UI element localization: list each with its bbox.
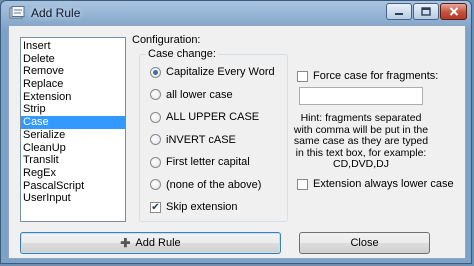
radio-button-icon	[150, 66, 161, 78]
maximize-icon	[421, 7, 431, 16]
close-label: Close	[350, 237, 379, 249]
case-option-label: all lower case	[166, 88, 233, 101]
minimize-button[interactable]	[386, 3, 412, 20]
app-icon	[9, 6, 25, 19]
rule-list-item[interactable]: Replace	[21, 78, 125, 91]
fragments-input[interactable]	[299, 87, 423, 105]
radio-button-icon	[150, 156, 161, 168]
rule-list-item[interactable]: RegEx	[21, 167, 125, 180]
rule-list-item[interactable]: Delete	[21, 53, 125, 66]
rule-list-item[interactable]: Extension	[21, 91, 125, 104]
radio-button-icon	[150, 134, 161, 145]
extension-lower-label: Extension always lower case	[313, 178, 454, 190]
dialog-client-area: Insert Delete Remove Replace Extension Strip C…	[8, 25, 466, 259]
maximize-button[interactable]	[413, 3, 439, 20]
rule-list-item[interactable]: Serialize	[21, 129, 125, 142]
skip-extension-checkbox[interactable]: ✔ Skip extension	[150, 200, 238, 214]
rule-list-item[interactable]: CleanUp	[21, 142, 125, 155]
add-rule-dialog: Add Rule Insert Delete Remove Replace Extens…	[0, 0, 472, 264]
case-option-radio[interactable]: ALL UPPER CASE	[150, 110, 259, 124]
minimize-icon	[395, 12, 403, 15]
case-option-radio[interactable]: (none of the above)	[150, 178, 261, 192]
rule-list-item[interactable]: Remove	[21, 65, 125, 78]
case-change-legend: Case change:	[146, 48, 218, 60]
extension-lower-checkbox[interactable]: Extension always lower case	[297, 178, 454, 190]
add-rule-button[interactable]: ✚ Add Rule	[20, 232, 281, 254]
case-option-label: Capitalize Every Word	[166, 66, 275, 78]
case-option-radio[interactable]: all lower case	[150, 88, 233, 102]
radio-button-icon	[150, 179, 161, 190]
case-option-label: First letter capital	[166, 156, 250, 168]
case-option-radio[interactable]: First letter capital	[150, 155, 250, 169]
case-option-radio[interactable]: Capitalize Every Word	[150, 65, 275, 79]
skip-extension-check-icon: ✔	[150, 201, 161, 213]
force-case-label: Force case for fragments:	[313, 70, 439, 82]
rule-list-item[interactable]: Insert	[21, 40, 125, 53]
case-option-radio[interactable]: iNVERT cASE	[150, 133, 236, 147]
rule-list-item[interactable]: PascalScript	[21, 180, 125, 193]
radio-button-icon	[150, 111, 161, 123]
case-change-group: Case change: Capitalize Every Word all lo…	[139, 48, 288, 222]
rule-list-item[interactable]: Case	[21, 116, 125, 129]
case-option-label: ALL UPPER CASE	[166, 111, 260, 123]
close-window-button[interactable]	[440, 3, 467, 20]
force-case-checkbox[interactable]: Force case for fragments:	[297, 70, 438, 82]
case-option-label: (none of the above)	[166, 178, 262, 191]
add-rule-label: Add Rule	[135, 237, 181, 249]
hint-text: Hint: fragments separated with comma wil…	[293, 112, 429, 170]
force-case-check-box	[297, 70, 308, 82]
skip-extension-label: Skip extension	[166, 201, 238, 213]
close-button[interactable]: Close	[299, 232, 430, 254]
configuration-label: Configuration:	[132, 34, 201, 46]
plus-icon: ✚	[120, 236, 131, 250]
extension-lower-check-box	[297, 178, 308, 190]
case-option-label: iNVERT cASE	[166, 133, 236, 146]
close-icon	[449, 7, 458, 16]
radio-button-icon	[150, 89, 161, 100]
rule-list-item[interactable]: UserInput	[21, 192, 125, 205]
rule-list-item[interactable]: Translit	[21, 154, 125, 167]
rule-list-item[interactable]: Strip	[21, 103, 125, 116]
window-title: Add Rule	[31, 6, 81, 20]
title-bar[interactable]: Add Rule	[1, 1, 471, 25]
rule-list[interactable]: Insert Delete Remove Replace Extension Strip C…	[20, 37, 126, 222]
